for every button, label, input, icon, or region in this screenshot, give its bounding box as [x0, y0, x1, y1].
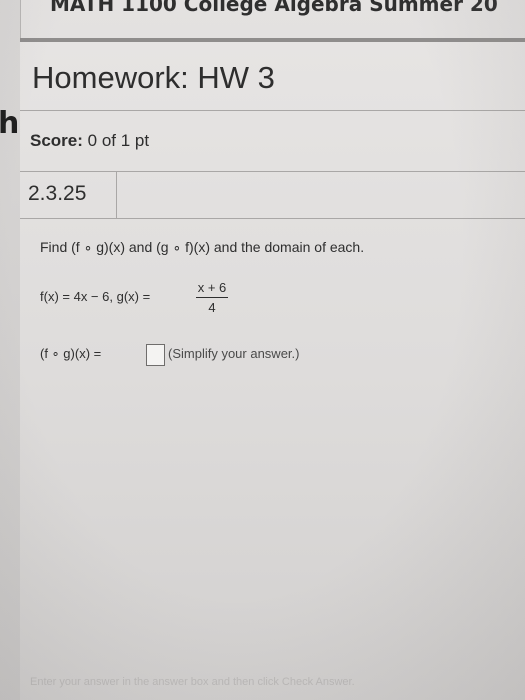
question-number: 2.3.25 [28, 182, 87, 205]
homework-screen: h MATH 1100 College Algebra Summer 20 Ho… [0, 0, 525, 700]
title-divider [20, 110, 525, 111]
homework-title: Homework: HW 3 [32, 60, 275, 95]
answer-label: (f ∘ g)(x) = [40, 346, 102, 361]
answer-input[interactable] [146, 344, 165, 366]
question-divider [20, 218, 525, 219]
answer-hint: (Simplify your answer.) [168, 346, 300, 361]
score-label: Score: [30, 131, 83, 150]
footer-instruction: Enter your answer in the answer box and … [30, 676, 355, 688]
question-number-box: 2.3.25 [20, 172, 117, 218]
left-window-edge: h [0, 0, 21, 700]
fraction-bar [196, 297, 228, 298]
fraction-denominator: 4 [208, 300, 216, 315]
left-tab-glyph: h [0, 106, 20, 141]
g-fraction: x + 6 4 [196, 279, 228, 316]
score-display: Score: 0 of 1 pt [30, 131, 149, 151]
question-panel: Homework: HW 3 Score: 0 of 1 pt 2.3.25 F… [20, 42, 525, 700]
question-prompt: Find (f ∘ g)(x) and (g ∘ f)(x) and the d… [40, 239, 365, 255]
course-title: MATH 1100 College Algebra Summer 20 [50, 0, 498, 16]
function-definitions: f(x) = 4x − 6, g(x) = [40, 289, 151, 304]
fraction-numerator: x + 6 [197, 280, 227, 295]
score-value: 0 of 1 pt [87, 131, 150, 150]
